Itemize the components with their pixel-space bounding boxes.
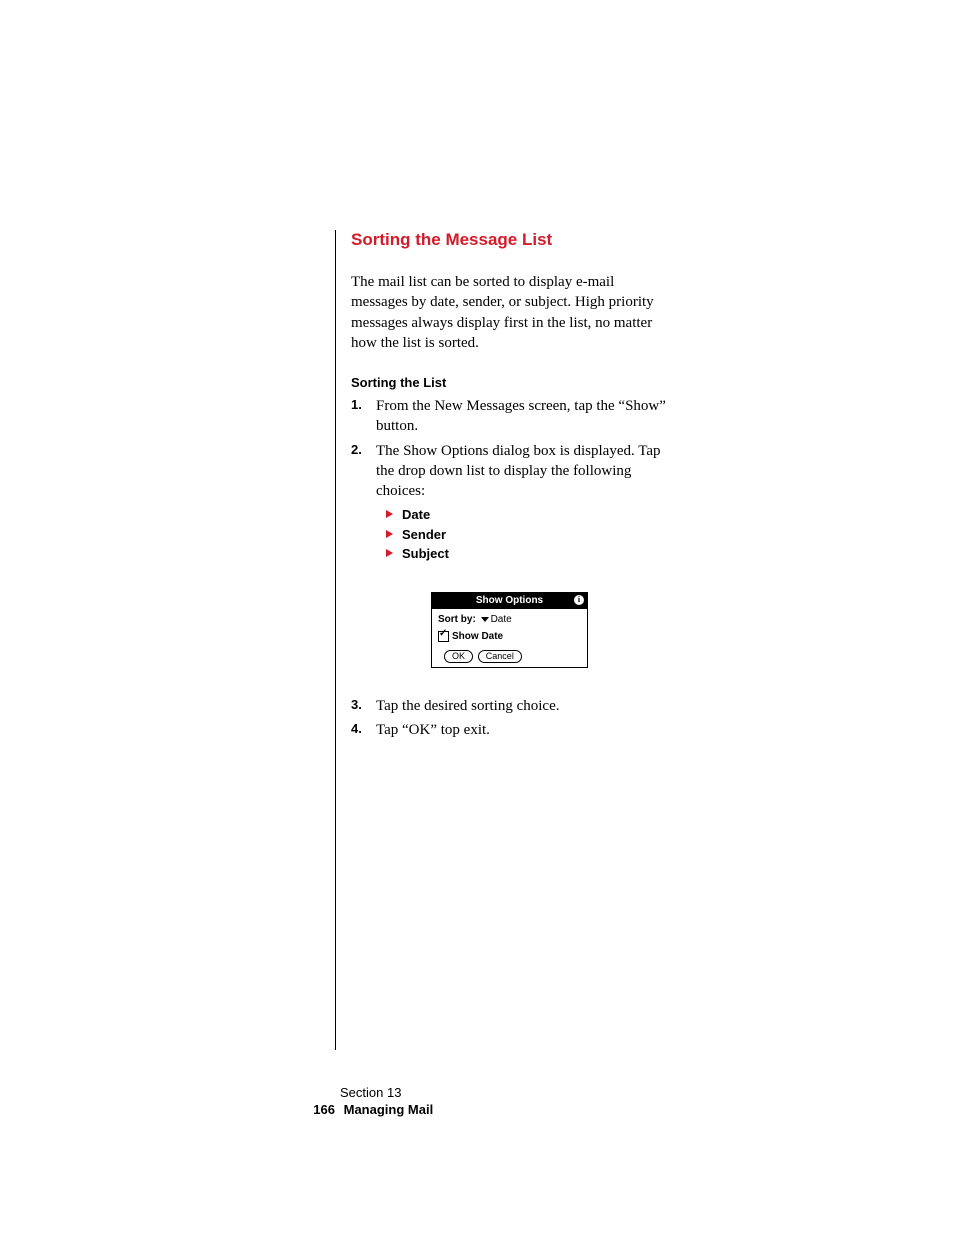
info-icon[interactable]: i [574,595,584,605]
step-1: 1. From the New Messages screen, tap the… [351,396,671,437]
intro-paragraph: The mail list can be sorted to display e… [351,272,671,353]
dialog-titlebar: Show Options i [432,593,587,609]
cancel-button[interactable]: Cancel [478,650,522,663]
step-number: 2. [351,441,362,459]
step-text: The Show Options dialog box is displayed… [376,443,661,500]
dialog-title-text: Show Options [476,595,543,606]
dialog-buttons: OK Cancel [438,650,581,663]
procedure-heading: Sorting the List [351,375,671,390]
step-3: 3. Tap the desired sorting choice. [351,696,671,716]
step-text: Tap the desired sorting choice. [376,698,559,714]
step-number: 3. [351,696,362,714]
steps-list-a: 1. From the New Messages screen, tap the… [351,396,671,564]
sort-by-value[interactable]: Date [491,614,512,625]
ok-button[interactable]: OK [444,650,473,663]
bullet-sender: Sender [386,525,671,545]
step-number: 1. [351,396,362,414]
step-number: 4. [351,720,362,738]
step-text: From the New Messages screen, tap the “S… [376,398,666,434]
sort-by-row: Sort by: Date [438,614,581,625]
section-heading: Sorting the Message List [351,230,671,250]
dropdown-icon[interactable] [481,617,489,622]
show-date-row: Show Date [438,631,581,642]
dialog-body: Sort by: Date Show Date OK Cancel [432,609,587,667]
sort-by-label: Sort by: [438,614,476,625]
page-footer: Section 13 166 Managing Mail [300,1085,433,1117]
choice-bullets: Date Sender Subject [386,505,671,564]
step-4: 4. Tap “OK” top exit. [351,720,671,740]
page: Sorting the Message List The mail list c… [0,0,954,1235]
page-number: 166 [300,1102,335,1117]
chapter-title: Managing Mail [344,1102,434,1117]
footer-section: Section 13 [340,1085,433,1100]
bullet-date: Date [386,505,671,525]
show-date-label: Show Date [452,631,503,642]
bullet-subject: Subject [386,544,671,564]
dialog-figure: Show Options i Sort by: Date Show Date O… [431,592,671,668]
show-date-checkbox[interactable] [438,631,449,642]
step-text: Tap “OK” top exit. [376,722,490,738]
steps-list-b: 3. Tap the desired sorting choice. 4. Ta… [351,696,671,741]
footer-title-line: 166 Managing Mail [300,1102,433,1117]
content-column: Sorting the Message List The mail list c… [335,230,671,1050]
show-options-dialog: Show Options i Sort by: Date Show Date O… [431,592,588,668]
step-2: 2. The Show Options dialog box is displa… [351,441,671,564]
